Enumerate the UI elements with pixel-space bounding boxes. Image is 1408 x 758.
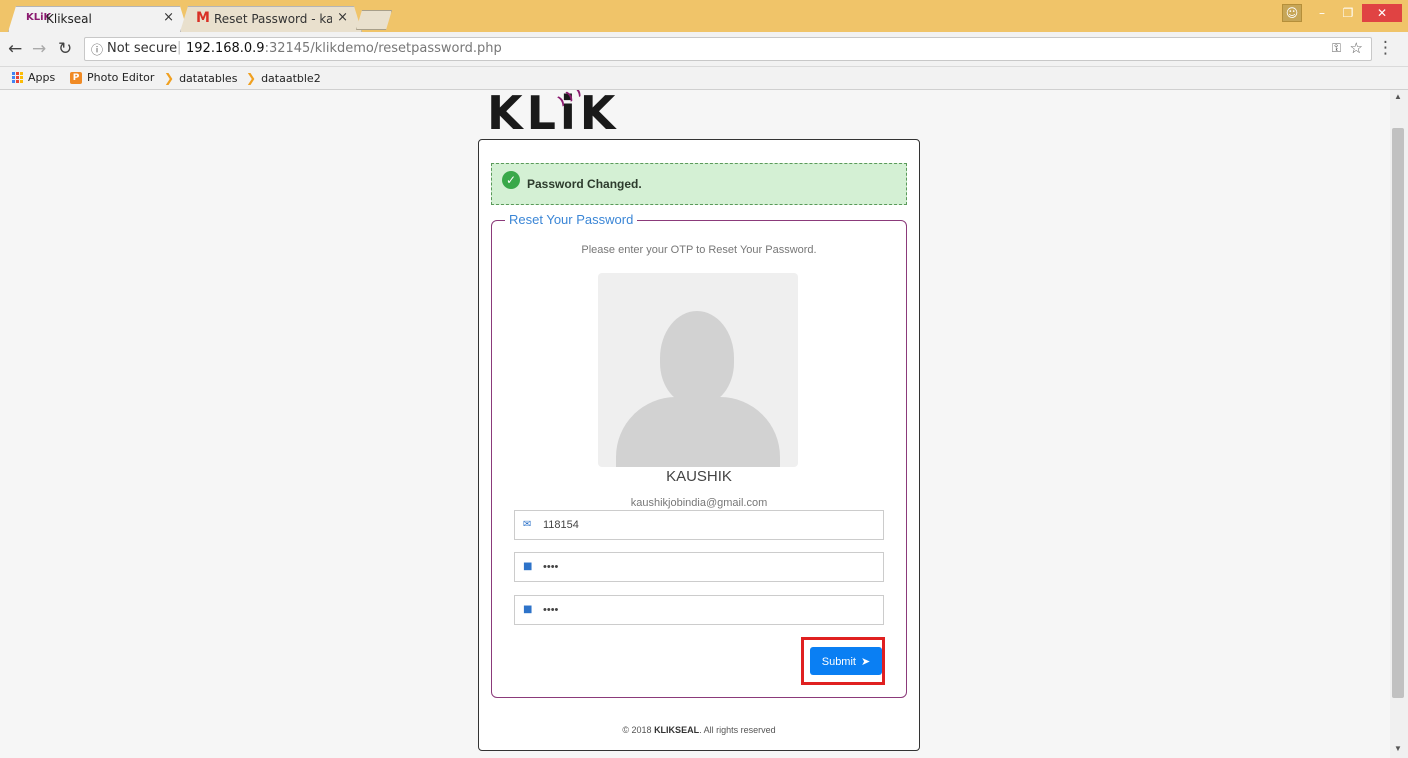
bookmark-datatables[interactable]: ❯ datatables [164,71,237,85]
user-email: kaushikjobindia@gmail.com [630,497,768,509]
url-host: 192.168.0.9 [186,41,265,56]
photo-editor-icon: P [70,71,82,84]
address-separator: | [177,40,182,55]
window-controls: ☺ – ❐ ✕ [1282,4,1402,22]
footer-copyright: © 2018 KLIKSEAL. All rights reserved [479,725,919,735]
bookmark-apps[interactable]: Apps [12,71,55,84]
url-text: 192.168.0.9:32145/klikdemo/resetpassword… [186,41,502,56]
close-window-icon[interactable]: ✕ [1362,4,1402,22]
envelope-icon: ✉ [523,519,532,530]
bookmark-label: Apps [28,71,56,84]
back-arrow-icon[interactable]: ← [8,39,22,59]
tab-reset-password[interactable]: M Reset Password - kaushi × [180,6,362,32]
success-alert: ✓ Password Changed. [491,163,907,205]
confirm-password-value: •••• [543,604,559,616]
minimize-icon[interactable]: – [1310,4,1334,22]
lock-icon: ■ [523,561,533,572]
bookmark-dataatble2[interactable]: ❯ dataatble2 [246,71,321,85]
bookmark-label: dataatble2 [261,71,321,85]
browser-toolbar: ← → ↻ ⓘ Not secure | 192.168.0.9:32145/k… [0,32,1408,67]
footer-prefix: © 2018 [622,725,655,735]
restore-icon[interactable]: ❐ [1336,4,1360,22]
tab-title: Klikseal [46,12,92,26]
tab-klikseal[interactable]: KLiK Klikseal × [8,6,188,32]
bookmarks-bar: Apps P Photo Editor ❯ datatables ❯ dataa… [0,67,1408,90]
page-viewport: KLiK ))) ✓ Password Changed. Reset Your … [0,90,1390,758]
avatar [598,273,798,467]
scroll-up-arrow-icon[interactable]: ▲ [1394,92,1402,101]
profile-icon[interactable]: ☺ [1282,4,1302,22]
check-circle-icon: ✓ [502,171,520,189]
avatar-body [616,397,780,467]
avatar-head [660,311,734,405]
menu-icon[interactable]: ⋮ [1377,38,1394,58]
datatables-icon: ❯ [164,71,175,85]
instruction-text: Please enter your OTP to Reset Your Pass… [581,244,817,256]
bookmark-photo-editor[interactable]: P Photo Editor [70,71,154,84]
klik-logo: KLiK ))) [487,90,619,140]
apps-grid-icon [12,72,23,83]
lock-icon: ■ [523,604,533,615]
password-value: •••• [543,561,559,573]
tab-strip: KLiK Klikseal × M Reset Password - kaush… [0,0,1408,32]
confirm-password-field[interactable]: ■ •••• [514,595,884,625]
tab-close-icon[interactable]: × [163,10,174,25]
bookmark-label: datatables [179,71,238,85]
user-name: KAUSHIK [666,468,732,485]
info-icon[interactable]: ⓘ [91,41,103,58]
arrow-circle-right-icon: ➤ [861,654,871,668]
new-tab-button[interactable] [356,10,392,30]
tab-close-icon[interactable]: × [337,10,348,25]
url-path: :32145/klikdemo/resetpassword.php [264,41,502,56]
bookmark-label: Photo Editor [87,71,155,84]
key-icon[interactable]: ⚿ [1332,41,1341,56]
submit-label: Submit [821,655,856,668]
submit-button[interactable]: Submit ➤ [810,647,882,675]
forward-arrow-icon[interactable]: → [32,39,46,59]
tab-title: Reset Password - kaushi [214,12,332,26]
footer-suffix: . All rights reserved [699,725,776,735]
scroll-down-arrow-icon[interactable]: ▼ [1394,744,1402,753]
new-password-field[interactable]: ■ •••• [514,552,884,582]
fieldset-legend: Reset Your Password [505,212,638,227]
reset-password-card: ✓ Password Changed. Reset Your Password … [478,139,920,751]
logo-text: KLiK [487,90,620,140]
gmail-favicon-icon: M [196,10,210,26]
reset-password-fieldset: Reset Your Password Please enter your OT… [491,212,907,698]
reload-icon[interactable]: ↻ [58,39,72,59]
otp-field[interactable]: ✉ 118154 [514,510,884,540]
address-bar[interactable]: ⓘ Not secure | 192.168.0.9:32145/klikdem… [84,37,1372,61]
datatables-icon: ❯ [246,71,257,85]
footer-brand: KLIKSEAL [654,725,700,735]
alert-message: Password Changed. [527,177,642,191]
scrollbar-thumb[interactable] [1392,128,1404,698]
otp-value: 118154 [543,519,579,531]
bookmark-star-icon[interactable]: ☆ [1350,39,1363,57]
security-label: Not secure [107,41,178,56]
